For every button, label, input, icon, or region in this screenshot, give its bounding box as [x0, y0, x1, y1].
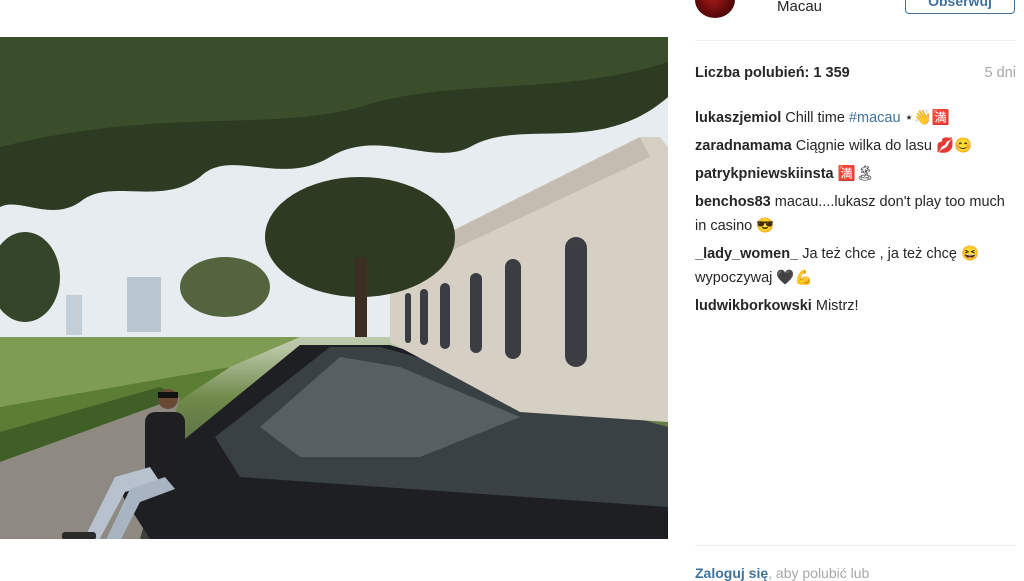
comment-username[interactable]: _lady_women_	[695, 246, 798, 262]
footer-divider	[695, 545, 1015, 546]
comment-item: patrykpniewskiinsta 🈵🏝	[695, 162, 1013, 186]
post-photo[interactable]	[0, 37, 668, 539]
comment-username[interactable]: lukaszjemiol	[695, 110, 781, 126]
likes-count[interactable]: Liczba polubień: 1 359	[695, 65, 850, 81]
comment-item: ludwikborkowski Mistrz!	[695, 294, 1013, 318]
avatar[interactable]	[695, 0, 735, 18]
login-prompt: Zaloguj się, aby polubić lub	[695, 565, 869, 581]
comment-item: lukaszjemiol Chill time #macau ⋆👋🈵	[695, 106, 1013, 130]
hashtag-link[interactable]: #macau	[849, 110, 901, 126]
post-age[interactable]: 5 dni	[985, 65, 1016, 81]
login-link[interactable]: Zaloguj się	[695, 565, 768, 581]
comment-item: _lady_women_ Ja też chce , ja też chcę 😆…	[695, 242, 1013, 290]
comment-text: 🈵🏝	[837, 166, 875, 182]
photo-scene	[0, 37, 668, 539]
comment-username[interactable]: ludwikborkowski	[695, 298, 812, 314]
post-sidebar: Macau Obserwuj Liczba polubień: 1 359 5 …	[668, 0, 1024, 581]
comment-username[interactable]: zaradnamama	[695, 138, 792, 154]
comment-text: Ciągnie wilka do lasu 💋😊	[795, 138, 973, 154]
comment-username[interactable]: benchos83	[695, 194, 771, 210]
comment-item: benchos83 macau....lukasz don't play too…	[695, 190, 1013, 238]
location-link[interactable]: Macau	[777, 0, 822, 15]
comment-username[interactable]: patrykpniewskiinsta	[695, 166, 834, 182]
comment-list: lukaszjemiol Chill time #macau ⋆👋🈵 zarad…	[695, 106, 1013, 322]
comment-text: Chill time	[785, 110, 845, 126]
follow-button[interactable]: Obserwuj	[905, 0, 1015, 14]
header-divider	[695, 40, 1015, 41]
login-text: , aby polubić lub	[768, 565, 870, 581]
comment-text: Mistrz!	[815, 298, 859, 314]
comment-emoji: ⋆👋🈵	[904, 110, 950, 126]
comment-item: zaradnamama Ciągnie wilka do lasu 💋😊	[695, 134, 1013, 158]
